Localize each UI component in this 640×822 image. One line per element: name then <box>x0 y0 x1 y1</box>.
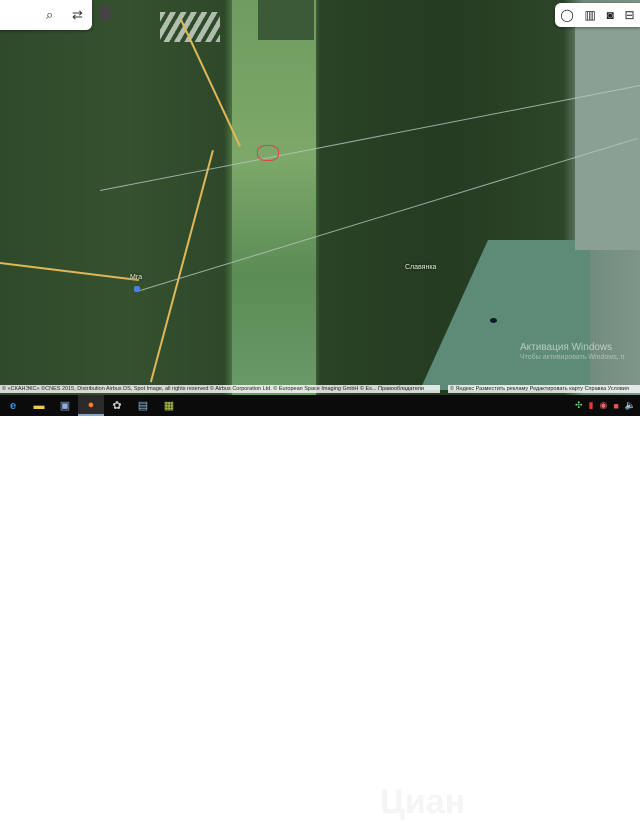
office-tray-icon[interactable]: ■ <box>613 401 618 411</box>
collapse-handle[interactable] <box>99 6 111 20</box>
archive-icon[interactable]: ▦ <box>156 395 182 416</box>
app-tray-icon[interactable]: ✣ <box>575 400 583 411</box>
map-label: Мга <box>130 274 143 281</box>
map-tools: ◯ ▥ ◙ ⊟ <box>555 3 640 27</box>
yandex-links[interactable]: © Яндекс Разместить рекламу Редактироват… <box>448 385 640 393</box>
map-tile <box>575 20 640 250</box>
route-icon[interactable]: ⇄ <box>72 7 83 23</box>
volume-icon[interactable]: 🔈 <box>625 400 636 411</box>
attribution: © «СКАНЭКС» ©CNES 2015, Distribution Air… <box>0 385 640 395</box>
activation-title: Активация Windows <box>520 342 613 353</box>
transport-icon[interactable]: ⊟ <box>625 8 635 22</box>
camera-icon[interactable]: ◙ <box>607 8 614 22</box>
file-explorer-icon[interactable]: ▬ <box>26 395 52 416</box>
activation-subtitle: Чтобы активировать Windows, п <box>520 354 625 361</box>
traffic-icon[interactable]: ▥ <box>585 8 596 22</box>
railway <box>100 83 640 191</box>
station-icon[interactable] <box>134 286 140 292</box>
notepad-icon[interactable]: ▤ <box>130 395 156 416</box>
taskbar: e ▬ ▣ ● ✿ ▤ ▦ Циан ✣ ▮ ◉ ■ 🔈 <box>0 395 640 821</box>
road <box>0 262 139 282</box>
search-icon[interactable]: ⌕ <box>46 7 53 23</box>
search-box[interactable]: ⌕ ⇄ <box>0 0 92 30</box>
map-label: Славянка <box>405 264 437 271</box>
cian-watermark: Циан <box>380 783 466 821</box>
map-tile <box>420 240 590 390</box>
media-app-icon[interactable]: ✿ <box>104 395 130 416</box>
map-tile <box>258 0 314 40</box>
shield-tray-icon[interactable]: ▮ <box>589 400 594 411</box>
map-tile <box>232 0 316 395</box>
edge-icon[interactable]: e <box>0 395 26 416</box>
firefox-icon[interactable]: ● <box>78 395 104 416</box>
layers-icon[interactable]: ◯ <box>560 8 573 22</box>
photo-app-icon[interactable]: ▣ <box>52 395 78 416</box>
copyright-text[interactable]: © «СКАНЭКС» ©CNES 2015, Distribution Air… <box>0 385 440 393</box>
road <box>149 150 214 383</box>
system-tray: ✣ ▮ ◉ ■ 🔈 <box>575 395 640 416</box>
selected-area[interactable] <box>257 145 279 161</box>
network-tray-icon[interactable]: ◉ <box>599 400 607 411</box>
satellite-map[interactable]: Мга Славянка Активация Windows Чтобы акт… <box>0 0 640 395</box>
lake <box>490 318 497 323</box>
